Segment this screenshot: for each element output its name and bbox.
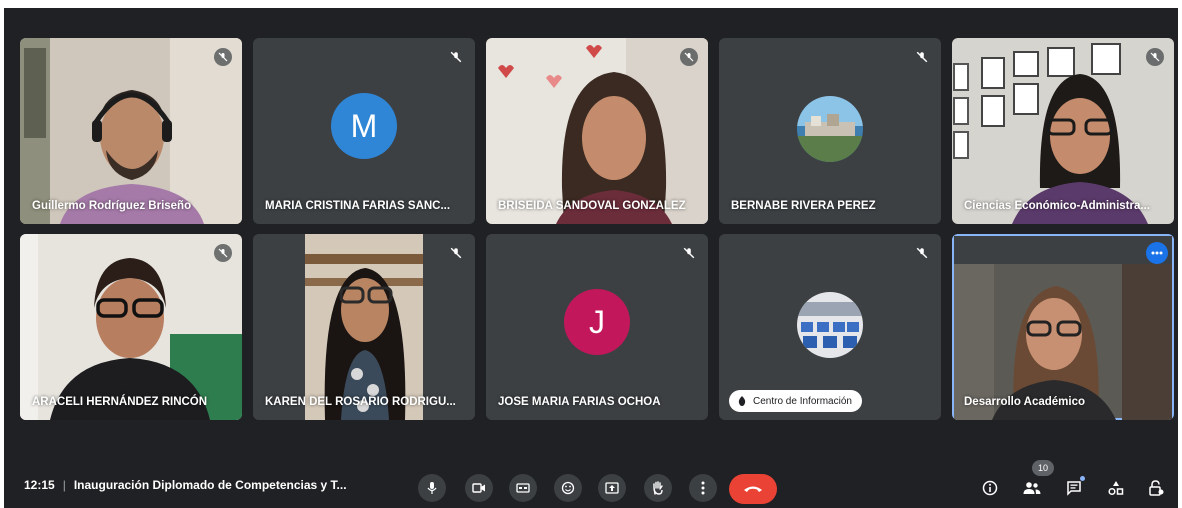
people-icon bbox=[1023, 482, 1041, 494]
muted-mic-icon bbox=[214, 244, 232, 262]
participant-name: Guillermo Rodríguez Briseño bbox=[32, 200, 192, 212]
participant-tile[interactable]: ARACELI HERNÁNDEZ RINCÓN bbox=[20, 234, 242, 420]
participant-tile-active[interactable]: Desarrollo Académico bbox=[952, 234, 1174, 420]
present-icon bbox=[605, 482, 619, 494]
participant-video bbox=[952, 38, 1174, 224]
participant-tile[interactable]: Guillermo Rodríguez Briseño bbox=[20, 38, 242, 224]
bottom-toolbar: 12:15 | Inauguración Diplomado de Compet… bbox=[4, 460, 1178, 508]
muted-mic-icon bbox=[447, 244, 465, 262]
participant-video bbox=[954, 236, 1172, 420]
participant-video bbox=[486, 38, 708, 224]
muted-mic-icon bbox=[680, 244, 698, 262]
captions-icon bbox=[516, 483, 530, 493]
meeting-info: 12:15 | Inauguración Diplomado de Compet… bbox=[24, 478, 347, 492]
flame-icon bbox=[738, 396, 746, 406]
microphone-button[interactable] bbox=[418, 474, 446, 502]
muted-mic-icon bbox=[447, 48, 465, 66]
raise-hand-icon bbox=[653, 481, 663, 495]
participant-name: Desarrollo Académico bbox=[964, 396, 1086, 408]
people-button[interactable] bbox=[1020, 476, 1044, 500]
leave-call-icon bbox=[744, 486, 762, 492]
meet-window: Guillermo Rodríguez Briseño M MARIA CRIS… bbox=[4, 8, 1178, 508]
participant-name: Centro de Información bbox=[753, 395, 852, 407]
participant-tile[interactable]: Ciencias Económico-Administra... bbox=[952, 38, 1174, 224]
divider: | bbox=[62, 478, 66, 492]
emoji-icon bbox=[561, 481, 575, 495]
people-count-badge: 10 bbox=[1032, 460, 1054, 476]
captions-button[interactable] bbox=[509, 474, 537, 502]
participant-name: JOSE MARIA FARIAS OCHOA bbox=[498, 396, 661, 408]
profile-photo-avatar bbox=[797, 292, 863, 358]
participant-tile[interactable]: BRISEIDA SANDOVAL GONZALEZ bbox=[486, 38, 708, 224]
raise-hand-button[interactable] bbox=[644, 474, 672, 502]
emoji-button[interactable] bbox=[554, 474, 582, 502]
participant-tile[interactable]: J JOSE MARIA FARIAS OCHOA bbox=[486, 234, 708, 420]
participant-video bbox=[20, 234, 242, 420]
meeting-details-button[interactable] bbox=[978, 476, 1002, 500]
participant-name: BRISEIDA SANDOVAL GONZALEZ bbox=[498, 200, 686, 212]
muted-mic-icon bbox=[913, 244, 931, 262]
muted-mic-icon bbox=[214, 48, 232, 66]
participant-name: BERNABE RIVERA PEREZ bbox=[731, 200, 876, 212]
activities-button[interactable] bbox=[1104, 476, 1128, 500]
participant-name: ARACELI HERNÁNDEZ RINCÓN bbox=[32, 396, 208, 408]
chat-button[interactable] bbox=[1062, 476, 1086, 500]
participant-name: Ciencias Económico-Administra... bbox=[964, 200, 1150, 212]
more-options-button[interactable] bbox=[689, 474, 717, 502]
muted-mic-icon bbox=[913, 48, 931, 66]
present-button[interactable] bbox=[598, 474, 626, 502]
host-controls-icon bbox=[1149, 480, 1164, 496]
participant-name-chip: Centro de Información bbox=[729, 390, 862, 412]
notification-dot bbox=[1080, 476, 1085, 481]
participant-video bbox=[20, 38, 242, 224]
more-options-icon[interactable] bbox=[1146, 242, 1168, 264]
meeting-title: Inauguración Diplomado de Competencias y… bbox=[73, 478, 347, 492]
camera-icon bbox=[472, 483, 485, 493]
muted-mic-icon bbox=[1146, 48, 1164, 66]
camera-button[interactable] bbox=[465, 474, 493, 502]
microphone-icon bbox=[427, 482, 437, 494]
participant-video bbox=[253, 234, 475, 420]
host-controls-button[interactable] bbox=[1144, 476, 1168, 500]
meeting-time: 12:15 bbox=[24, 478, 55, 492]
participant-avatar: M bbox=[331, 93, 397, 159]
profile-photo-avatar bbox=[797, 96, 863, 162]
chat-icon bbox=[1067, 481, 1081, 496]
info-icon bbox=[982, 480, 998, 496]
participant-name: MARIA CRISTINA FARIAS SANC... bbox=[265, 200, 451, 212]
participant-name: KAREN DEL ROSARIO RODRIGU... bbox=[265, 396, 456, 408]
muted-mic-icon bbox=[680, 48, 698, 66]
participant-tile[interactable]: BERNABE RIVERA PEREZ bbox=[719, 38, 941, 224]
participant-tile[interactable]: Centro de Información bbox=[719, 234, 941, 420]
activities-icon bbox=[1108, 481, 1124, 496]
participant-grid: Guillermo Rodríguez Briseño M MARIA CRIS… bbox=[20, 38, 1176, 422]
participant-tile[interactable]: M MARIA CRISTINA FARIAS SANC... bbox=[253, 38, 475, 224]
participant-tile[interactable]: KAREN DEL ROSARIO RODRIGU... bbox=[253, 234, 475, 420]
leave-call-button[interactable] bbox=[729, 474, 777, 504]
more-options-icon bbox=[701, 481, 705, 495]
participant-avatar: J bbox=[564, 289, 630, 355]
